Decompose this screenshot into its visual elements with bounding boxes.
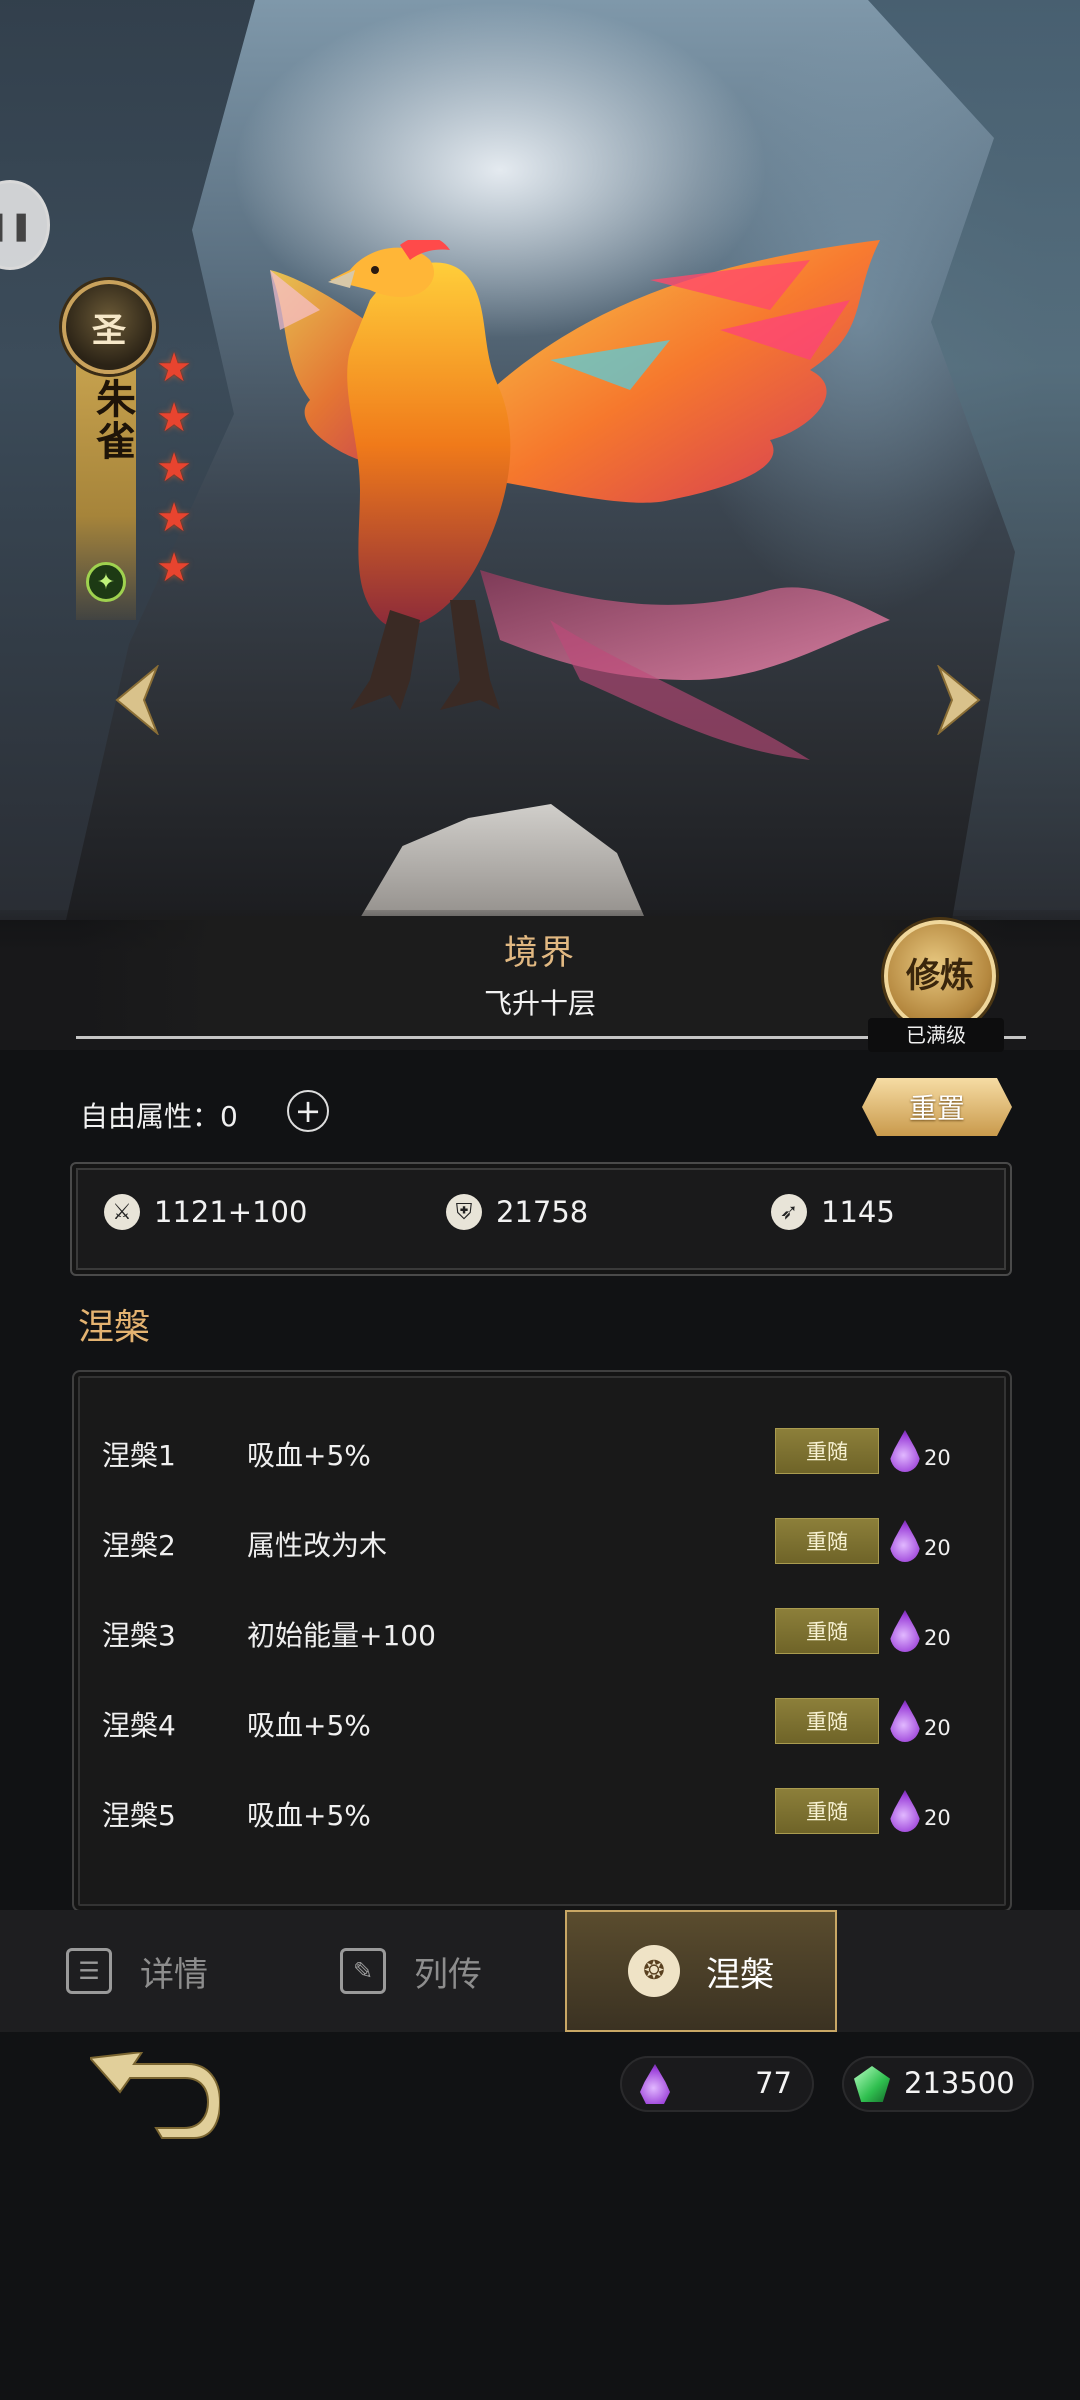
back-arrow-icon (87, 2050, 222, 2139)
reroll-cost: 20 (924, 1536, 951, 1560)
details-list-icon: ☰ (66, 1948, 112, 1994)
tab-label: 涅槃 (706, 1954, 774, 1995)
wood-element-icon: ✦ (86, 562, 126, 602)
jade-amount: 213500 (904, 2066, 1015, 2100)
free-attribute-value: 0 (220, 1100, 238, 1133)
nirvana-effect: 吸血+5% (247, 1709, 371, 1742)
hero-info-column: 圣 朱雀 ✦ (62, 280, 156, 620)
nirvana-effect: 初始能量+100 (247, 1619, 436, 1652)
phoenix-figure (270, 240, 890, 760)
cultivate-label: 修炼 (906, 956, 974, 996)
reroll-button[interactable]: 重随 (775, 1518, 879, 1564)
nirvana-name: 涅槃1 (102, 1439, 176, 1472)
nirvana-row: 涅槃1 吸血+5% 重随 20 (102, 1424, 982, 1480)
speed-value: 1145 (821, 1195, 895, 1229)
essence-drop-icon (890, 1520, 920, 1562)
defense-stat: ⛨ 21758 (446, 1192, 588, 1232)
essence-drop-icon (890, 1790, 920, 1832)
reroll-cost: 20 (924, 1806, 951, 1830)
hero-illustration: ❚❚ 圣 朱雀 ✦ ★ ★ ★ ★ ★ (0, 0, 1080, 920)
nirvana-row: 涅槃4 吸血+5% 重随 20 (102, 1694, 982, 1750)
nirvana-row: 涅槃2 属性改为木 重随 20 (102, 1514, 982, 1570)
nirvana-row: 涅槃5 吸血+5% 重随 20 (102, 1784, 982, 1840)
back-button[interactable] (87, 2050, 222, 2142)
tab-label: 列传 (414, 1954, 482, 1995)
star-icon: ★ (156, 545, 192, 591)
phoenix-emblem-icon: ❂ (628, 1945, 680, 1997)
biography-icon: ✎ (340, 1948, 386, 1994)
speed-stat: ➶ 1145 (771, 1192, 895, 1232)
reset-button[interactable]: 重置 (862, 1078, 1012, 1136)
nirvana-name: 涅槃2 (102, 1529, 176, 1562)
nirvana-effect: 吸血+5% (247, 1439, 371, 1472)
free-attribute-label: 自由属性： (80, 1100, 221, 1133)
cultivate-button[interactable]: 修炼 (884, 920, 996, 1032)
tab-biography[interactable]: ✎ 列传 (340, 1910, 482, 2032)
reroll-cost: 20 (924, 1446, 951, 1470)
reroll-button[interactable]: 重随 (775, 1428, 879, 1474)
essence-drop-icon (890, 1430, 920, 1472)
nirvana-name: 涅槃4 (102, 1709, 176, 1742)
attack-stat: ⚔ 1121+100 (104, 1192, 307, 1232)
jade-currency: 213500 (842, 2056, 1034, 2112)
reroll-button[interactable]: 重随 (775, 1788, 879, 1834)
next-hero-arrow-icon[interactable] (934, 660, 984, 740)
nirvana-effect: 属性改为木 (247, 1529, 388, 1562)
free-attribute-row: 自由属性：0 (80, 1095, 238, 1135)
star-icon: ★ (156, 345, 192, 391)
essence-drop-icon (640, 2064, 670, 2104)
essence-drop-icon (890, 1700, 920, 1742)
tab-label: 详情 (140, 1954, 208, 1995)
nirvana-row: 涅槃3 初始能量+100 重随 20 (102, 1604, 982, 1660)
hero-name: 朱雀 (89, 378, 135, 462)
speed-boot-icon: ➶ (771, 1194, 807, 1230)
reroll-cost: 20 (924, 1716, 951, 1740)
attack-swords-icon: ⚔ (104, 1194, 140, 1230)
maxed-badge: 已满级 (868, 1018, 1004, 1052)
star-icon: ★ (156, 445, 192, 491)
essence-drop-icon (890, 1610, 920, 1652)
tab-details[interactable]: ☰ 详情 (66, 1910, 208, 2032)
reroll-button[interactable]: 重随 (775, 1608, 879, 1654)
essence-amount: 77 (755, 2066, 792, 2100)
star-icon: ★ (156, 495, 192, 541)
add-attribute-button[interactable]: + (287, 1090, 329, 1132)
star-icon: ★ (156, 395, 192, 441)
jade-gem-icon (854, 2066, 890, 2102)
essence-currency: 77 (620, 2056, 814, 2112)
prev-hero-arrow-icon[interactable] (112, 660, 162, 740)
nirvana-effect: 吸血+5% (247, 1799, 371, 1832)
reroll-button[interactable]: 重随 (775, 1698, 879, 1744)
section-title: 涅槃 (78, 1307, 151, 1348)
attack-value: 1121+100 (154, 1195, 308, 1229)
rank-badge: 圣 (62, 280, 156, 374)
defense-value: 21758 (496, 1195, 589, 1229)
defense-shield-icon: ⛨ (446, 1194, 482, 1230)
nirvana-name: 涅槃5 (102, 1799, 176, 1832)
nirvana-name: 涅槃3 (102, 1619, 176, 1652)
reroll-cost: 20 (924, 1626, 951, 1650)
tab-nirvana[interactable]: ❂ 涅槃 (565, 1910, 837, 2032)
